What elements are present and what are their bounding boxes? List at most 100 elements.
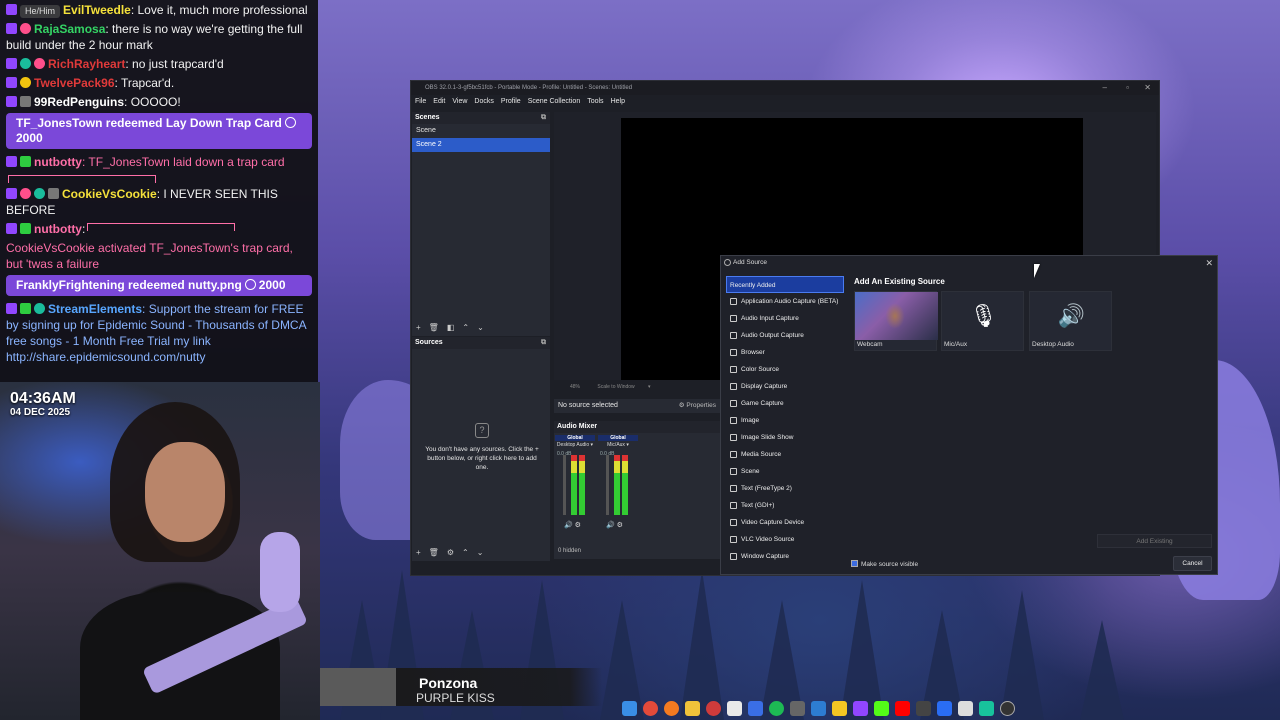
app-icon[interactable]: [832, 700, 847, 716]
trash-icon[interactable]: 🗑: [429, 323, 439, 332]
source-type-item[interactable]: VLC Video Source: [726, 531, 844, 548]
gear-icon[interactable]: ⚙: [447, 548, 454, 557]
question-icon: ?: [475, 423, 489, 438]
scene-item-selected[interactable]: Scene 2: [412, 138, 550, 152]
youtube-icon[interactable]: [895, 700, 910, 716]
close-icon[interactable]: ✕: [1205, 256, 1213, 270]
make-visible-row[interactable]: Make source visible: [851, 560, 918, 568]
kick-icon[interactable]: [874, 700, 889, 716]
add-existing-button[interactable]: Add Existing: [1097, 534, 1212, 548]
menu-edit[interactable]: Edit: [433, 95, 445, 109]
channel-name-label: Desktop Audio: [556, 442, 590, 448]
menu-docks[interactable]: Docks: [474, 95, 493, 109]
chat-username: CookieVsCookie: [62, 187, 157, 201]
source-type-item[interactable]: Text (FreeType 2): [726, 480, 844, 497]
scale-mode-dropdown[interactable]: Scale to Window: [597, 384, 634, 390]
menu-scene-collection[interactable]: Scene Collection: [528, 95, 581, 109]
source-type-item[interactable]: Application Audio Capture (BETA): [726, 293, 844, 310]
subscriber-badge-icon: [6, 223, 17, 234]
volume-fader[interactable]: [563, 455, 566, 515]
source-type-item[interactable]: Game Capture: [726, 395, 844, 412]
source-type-item[interactable]: Browser: [726, 344, 844, 361]
source-type-item[interactable]: Scene: [726, 463, 844, 480]
filter-icon[interactable]: ◧: [447, 323, 455, 332]
source-type-item[interactable]: Image Slide Show: [726, 429, 844, 446]
up-arrow-icon[interactable]: ⌃: [462, 323, 469, 332]
down-arrow-icon[interactable]: ⌄: [477, 548, 484, 557]
app-icon[interactable]: [706, 700, 721, 716]
chevron-down-icon[interactable]: ▾: [648, 384, 651, 390]
undock-icon[interactable]: ⧉: [541, 112, 546, 124]
app-icon[interactable]: [916, 700, 931, 716]
scene-item[interactable]: Scene: [412, 124, 550, 138]
channel-name[interactable]: Mic/Aux ▾: [598, 441, 638, 449]
heart-badge-icon: [20, 23, 31, 34]
menu-profile[interactable]: Profile: [501, 95, 521, 109]
speaker-icon[interactable]: 🔊 ⚙: [606, 521, 623, 529]
obs-icon[interactable]: [1000, 700, 1015, 716]
up-arrow-icon[interactable]: ⌃: [462, 548, 469, 557]
source-type-item[interactable]: Window Capture: [726, 548, 844, 565]
properties-button[interactable]: ⚙ Properties: [679, 399, 716, 413]
chat-username: EvilTweedle: [63, 3, 131, 17]
make-visible-label: Make source visible: [861, 561, 919, 568]
volume-meter: [622, 455, 628, 515]
app-icon[interactable]: [937, 700, 952, 716]
make-visible-checkbox[interactable]: [851, 560, 858, 567]
windows-taskbar: [622, 699, 1015, 717]
source-type-item[interactable]: Display Capture: [726, 378, 844, 395]
maximize-icon[interactable]: ▫: [1126, 81, 1129, 95]
menu-file[interactable]: File: [415, 95, 426, 109]
close-icon[interactable]: ✕: [1144, 81, 1151, 95]
add-icon[interactable]: +: [416, 548, 421, 557]
cancel-button[interactable]: Cancel: [1173, 556, 1212, 571]
app-icon[interactable]: [958, 700, 973, 716]
trash-icon[interactable]: 🗑: [429, 548, 439, 557]
menu-tools[interactable]: Tools: [587, 95, 603, 109]
channel-points-icon: [284, 117, 296, 128]
source-type-item[interactable]: Audio Input Capture: [726, 310, 844, 327]
volume-fader[interactable]: [606, 455, 609, 515]
undock-icon[interactable]: ⧉: [541, 337, 546, 349]
source-type-item[interactable]: Image: [726, 412, 844, 429]
twitch-icon[interactable]: [853, 700, 868, 716]
chrome-icon[interactable]: [643, 700, 658, 716]
menu-view[interactable]: View: [452, 95, 467, 109]
sources-dock[interactable]: Sources ⧉ ? You don't have any sources. C…: [412, 337, 550, 561]
chat-message: RajaSamosa: there is no way we're gettin…: [6, 21, 312, 53]
minimize-icon[interactable]: –: [1103, 81, 1107, 95]
subscriber-badge-icon: [6, 303, 17, 314]
source-type-item[interactable]: Color Source: [726, 361, 844, 378]
gem-badge-icon: [34, 303, 45, 314]
audio-mixer-dock: Audio Mixer Global Desktop Audio ▾ 0.0 d…: [554, 421, 720, 559]
folder-icon[interactable]: [685, 700, 700, 716]
existing-source-mic[interactable]: 🎙 Mic/Aux: [941, 291, 1024, 351]
source-type-item[interactable]: Audio Output Capture: [726, 327, 844, 344]
menu-help[interactable]: Help: [611, 95, 625, 109]
existing-source-desktop-audio[interactable]: 🔊 Desktop Audio: [1029, 291, 1112, 351]
microphone-icon: 🎙: [969, 303, 998, 328]
app-icon[interactable]: [790, 700, 805, 716]
source-type-item[interactable]: Video Capture Device: [726, 514, 844, 531]
app-icon[interactable]: [727, 700, 742, 716]
source-type-item[interactable]: Recently Added: [726, 276, 844, 293]
scenes-toolbar: + 🗑 ◧ ⌃ ⌄: [416, 323, 484, 332]
spotify-icon[interactable]: [769, 700, 784, 716]
source-type-item[interactable]: Media Source: [726, 446, 844, 463]
start-icon[interactable]: [622, 700, 637, 716]
speaker-icon[interactable]: 🔊 ⚙: [564, 521, 581, 529]
tier-badge-icon: [48, 188, 59, 199]
add-icon[interactable]: +: [416, 323, 421, 332]
text-icon: [730, 502, 737, 509]
app-icon[interactable]: [979, 700, 994, 716]
source-type-item[interactable]: Text (GDI+): [726, 497, 844, 514]
firefox-icon[interactable]: [664, 700, 679, 716]
chat-text: : Love it, much more professional: [130, 3, 308, 17]
channel-name[interactable]: Desktop Audio ▾: [555, 441, 595, 449]
app-icon[interactable]: [811, 700, 826, 716]
existing-source-webcam[interactable]: Webcam: [854, 291, 938, 351]
down-arrow-icon[interactable]: ⌄: [477, 323, 484, 332]
chat-username: nutbotty: [34, 155, 82, 169]
app-icon[interactable]: [748, 700, 763, 716]
now-playing-artist: PURPLE KISS: [416, 691, 495, 705]
